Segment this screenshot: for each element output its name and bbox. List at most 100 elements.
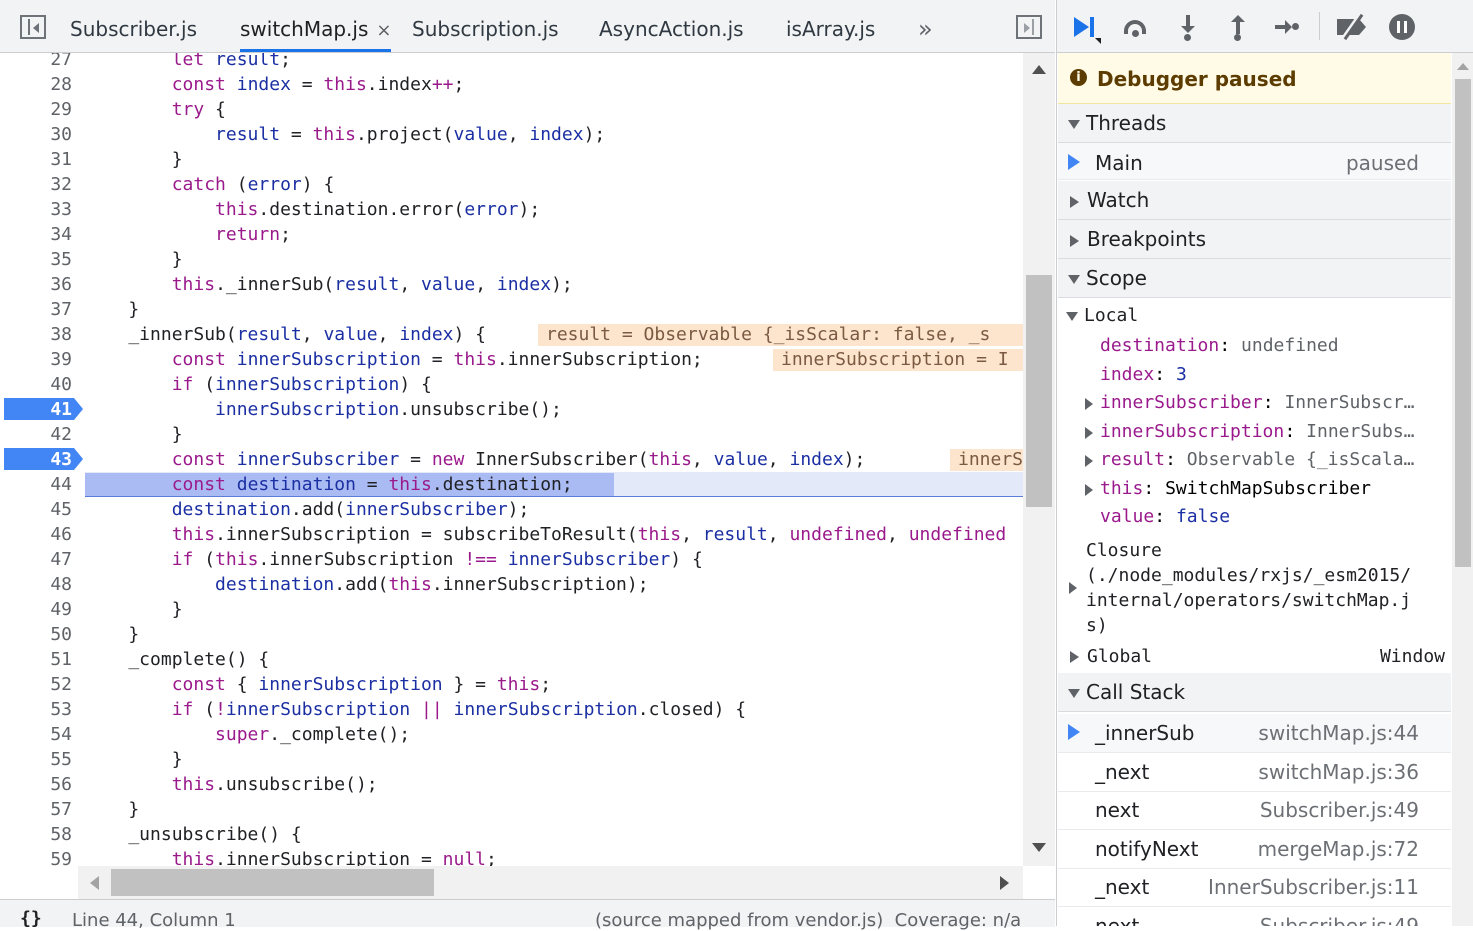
code-line[interactable]: 58 _unsubscribe() { (0, 822, 1023, 847)
collapsed-triangle-icon[interactable] (1085, 426, 1093, 439)
more-tabs-icon[interactable]: » (918, 0, 933, 52)
call-frame-location[interactable]: Subscriber.js:49 (1260, 907, 1419, 927)
scroll-right-icon[interactable] (1000, 876, 1009, 890)
tab-asyncaction-js[interactable]: AsyncAction.js (599, 0, 744, 52)
scope-local-header[interactable]: Local (1058, 305, 1451, 331)
code-line[interactable]: 34 return; (0, 222, 1023, 247)
watch-section-header[interactable]: Watch (1058, 181, 1451, 220)
line-number[interactable]: 47 (0, 547, 72, 572)
breakpoint-line-number[interactable]: 41 (0, 397, 72, 422)
line-number[interactable]: 59 (0, 847, 72, 866)
code-line[interactable]: 43 const innerSubscriber = new InnerSubs… (0, 447, 1023, 472)
editor-vertical-scrollbar[interactable] (1023, 53, 1055, 866)
code-line[interactable]: 55 } (0, 747, 1023, 772)
collapsed-triangle-icon[interactable] (1085, 483, 1093, 496)
scope-variable[interactable]: index: 3 (1058, 364, 1451, 390)
source-map-info[interactable]: (source mapped from vendor.js) Coverage:… (595, 910, 1021, 931)
scope-variable[interactable]: this: SwitchMapSubscriber (1058, 478, 1451, 504)
line-number[interactable]: 45 (0, 497, 72, 522)
collapsed-triangle-icon[interactable] (1085, 455, 1093, 467)
code-line[interactable]: 37 } (0, 297, 1023, 322)
step-icon[interactable] (1273, 14, 1299, 40)
call-frame[interactable]: _next InnerSubscriber.js:11 (1058, 868, 1451, 907)
scope-variable[interactable]: value: false (1058, 506, 1451, 532)
scrollbar-thumb[interactable] (111, 869, 434, 896)
scroll-left-icon[interactable] (90, 876, 99, 890)
line-number[interactable]: 35 (0, 247, 72, 272)
line-number[interactable]: 57 (0, 797, 72, 822)
line-number[interactable]: 49 (0, 597, 72, 622)
scroll-up-icon[interactable] (1457, 63, 1469, 70)
sidebar-scrollbar[interactable] (1452, 53, 1473, 926)
thread-main[interactable]: Main paused (1058, 143, 1451, 180)
scope-variable[interactable]: innerSubscription: InnerSubs… (1058, 421, 1451, 447)
code-line[interactable]: 38 _innerSub(result, value, index) {resu… (0, 322, 1023, 347)
breakpoint-line-number[interactable]: 43 (0, 447, 72, 472)
line-number[interactable]: 33 (0, 197, 72, 222)
scope-variable[interactable]: innerSubscriber: InnerSubscr… (1058, 392, 1451, 418)
line-number[interactable]: 50 (0, 622, 72, 647)
code-line[interactable]: 29 try { (0, 97, 1023, 122)
code-line[interactable]: 45 destination.add(innerSubscriber); (0, 497, 1023, 522)
line-number[interactable]: 34 (0, 222, 72, 247)
scope-global[interactable]: Global Window (1058, 644, 1451, 670)
scope-section-header[interactable]: Scope (1058, 259, 1451, 298)
code-line[interactable]: 48 destination.add(this.innerSubscriptio… (0, 572, 1023, 597)
line-number[interactable]: 39 (0, 347, 72, 372)
line-number[interactable]: 44 (0, 472, 72, 497)
tab-subscriber-js[interactable]: Subscriber.js (70, 0, 197, 52)
code-line[interactable]: 44 const destination = this.destination; (0, 472, 1023, 497)
code-line[interactable]: 54 super._complete(); (0, 722, 1023, 747)
tab-isarray-js[interactable]: isArray.js (786, 0, 875, 52)
code-line[interactable]: 46 this.innerSubscription = subscribeToR… (0, 522, 1023, 547)
line-number[interactable]: 31 (0, 147, 72, 172)
scrollbar-thumb[interactable] (1455, 79, 1471, 567)
call-frame[interactable]: notifyNext mergeMap.js:72 (1058, 830, 1451, 869)
line-number[interactable]: 46 (0, 522, 72, 547)
line-number[interactable]: 37 (0, 297, 72, 322)
call-stack-section-header[interactable]: Call Stack (1058, 673, 1451, 712)
toggle-navigator-icon[interactable] (20, 15, 46, 39)
tab-subscription-js[interactable]: Subscription.js (412, 0, 559, 52)
code-line[interactable]: 56 this.unsubscribe(); (0, 772, 1023, 797)
scroll-up-icon[interactable] (1032, 65, 1046, 74)
code-line[interactable]: 36 this._innerSub(result, value, index); (0, 272, 1023, 297)
code-line[interactable]: 33 this.destination.error(error); (0, 197, 1023, 222)
code-line[interactable]: 40 if (innerSubscription) { (0, 372, 1023, 397)
code-line[interactable]: 39 const innerSubscription = this.innerS… (0, 347, 1023, 372)
code-editor[interactable]: 27 let result; 28 const index = this.inde… (0, 53, 1023, 866)
call-frame[interactable]: _next switchMap.js:36 (1058, 753, 1451, 792)
call-frame-location[interactable]: switchMap.js:44 (1258, 714, 1419, 752)
line-number[interactable]: 40 (0, 372, 72, 397)
code-line[interactable]: 27 let result; (0, 53, 1023, 72)
pause-on-exceptions-icon[interactable] (1389, 14, 1415, 40)
code-line[interactable]: 31 } (0, 147, 1023, 172)
call-frame-location[interactable]: mergeMap.js:72 (1258, 830, 1419, 868)
toggle-debugger-sidebar-icon[interactable] (1016, 15, 1042, 39)
resume-icon[interactable] (1071, 14, 1101, 44)
line-number[interactable]: 52 (0, 672, 72, 697)
scrollbar-thumb[interactable] (1026, 275, 1052, 507)
line-number[interactable]: 27 (0, 53, 72, 72)
line-number[interactable]: 36 (0, 272, 72, 297)
tab-switchmap-js[interactable]: switchMap.js × (240, 0, 392, 52)
code-line[interactable]: 49 } (0, 597, 1023, 622)
code-line[interactable]: 28 const index = this.index++; (0, 72, 1023, 97)
step-into-icon[interactable] (1175, 14, 1201, 41)
line-number[interactable]: 30 (0, 122, 72, 147)
code-line[interactable]: 41 innerSubscription.unsubscribe(); (0, 397, 1023, 422)
code-line[interactable]: 52 const { innerSubscription } = this; (0, 672, 1023, 697)
line-number[interactable]: 38 (0, 322, 72, 347)
call-frame[interactable]: _innerSub switchMap.js:44 (1058, 714, 1451, 753)
code-line[interactable]: 30 result = this.project(value, index); (0, 122, 1023, 147)
line-number[interactable]: 56 (0, 772, 72, 797)
editor-horizontal-scrollbar[interactable] (78, 866, 1023, 899)
collapsed-triangle-icon[interactable] (1085, 398, 1093, 410)
deactivate-breakpoints-icon[interactable] (1333, 13, 1369, 41)
threads-section-header[interactable]: Threads (1058, 104, 1451, 143)
code-line[interactable]: 42 } (0, 422, 1023, 447)
code-line[interactable]: 51 _complete() { (0, 647, 1023, 672)
step-over-icon[interactable] (1123, 14, 1149, 40)
line-number[interactable]: 58 (0, 822, 72, 847)
line-number[interactable]: 55 (0, 747, 72, 772)
